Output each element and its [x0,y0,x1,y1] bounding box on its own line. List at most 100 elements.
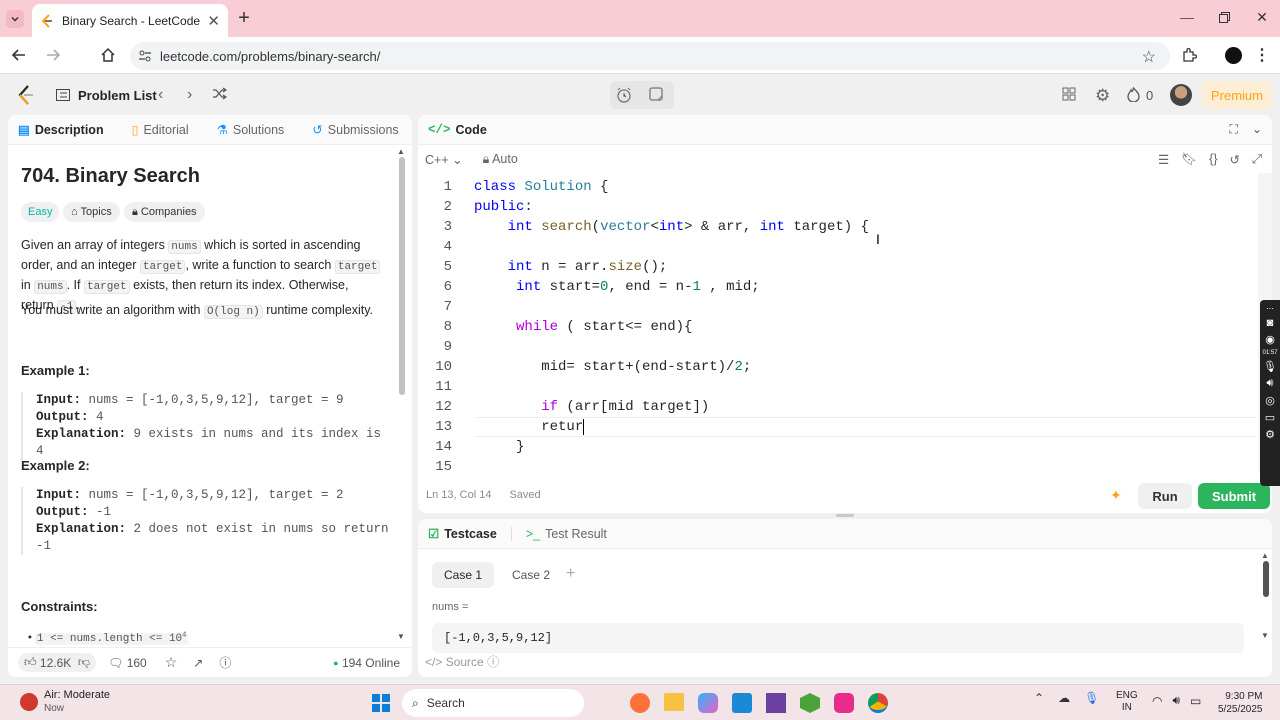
microphone-icon[interactable]: 🎙︎ [1084,691,1099,705]
forward-icon[interactable] [44,46,62,64]
timer-icon[interactable] [616,87,632,103]
like-button[interactable]: 👍︎ 12.6K 👎︎ [18,653,97,672]
description-scrollbar[interactable] [399,157,405,395]
screen-icon[interactable]: ▭ [1265,411,1275,424]
show-hidden-icon[interactable]: ⌃ [1034,691,1044,705]
firefox-icon[interactable] [630,693,650,713]
thumbs-down-icon[interactable]: 👎︎ [78,655,90,670]
language-indicator[interactable]: ENG IN [1116,690,1138,714]
file-explorer-icon[interactable] [664,693,684,711]
recorder-settings-icon[interactable]: ⚙ [1265,428,1275,441]
submit-button[interactable]: Submit [1198,483,1270,509]
code-line[interactable]: 5 int n = arr.size(); [418,257,668,277]
help-icon[interactable]: ⓘ [219,654,231,671]
next-problem-icon[interactable]: › [187,86,192,104]
code-line[interactable]: 3 int search(vector<int> & arr, int targ… [418,217,869,237]
code-line[interactable]: 2 public: [418,197,533,217]
taskbar-search[interactable]: ⌕ Search [402,689,584,717]
code-line[interactable]: 4 [418,237,474,257]
leetcode-logo[interactable] [16,85,36,105]
testcase-scroll-down[interactable]: ▼ [1261,631,1269,640]
code-editor[interactable]: 1 class Solution {2 public: 3 int search(ve… [418,177,1256,475]
code-line[interactable]: 1 class Solution { [418,177,609,197]
comments-button[interactable]: 🗨︎ 160 [108,656,147,670]
testcase-scroll-up[interactable]: ▲ [1261,551,1269,560]
case-1-button[interactable]: Case 1 [432,562,495,588]
restore-icon[interactable] [1215,8,1233,26]
reset-icon[interactable]: ↺ [1230,152,1240,167]
layout-icon[interactable] [1062,87,1076,101]
minimize-icon[interactable]: — [1178,8,1196,26]
network-volume-battery[interactable]: ◠ 🔊︎ ▭ [1152,693,1201,708]
nodejs-icon[interactable] [800,693,820,713]
code-line[interactable]: 7 [418,297,474,317]
weather-widget[interactable]: Air: Moderate Now [20,689,110,715]
recorder-handle-icon[interactable]: ⋯ [1266,304,1274,313]
share-icon[interactable]: ↗ [193,656,203,670]
chrome-icon[interactable] [868,693,888,713]
code-line[interactable]: 15 [418,457,474,475]
premium-button[interactable]: Premium [1202,81,1272,109]
panel-resize-handle[interactable] [836,514,854,517]
run-button[interactable]: Run [1138,483,1192,509]
code-line[interactable]: 14 } [418,437,524,457]
home-icon[interactable] [99,46,117,64]
language-select[interactable]: C++ ⌄ [425,152,463,167]
tab-solutions[interactable]: ⚗ Solutions [217,122,285,138]
collapse-icon[interactable]: ⌄ [1252,122,1262,137]
extensions-icon[interactable] [1180,46,1198,64]
tab-test-result[interactable]: >_ Test Result [526,527,607,541]
webcam-icon[interactable]: ◎ [1265,394,1275,407]
profile-avatar[interactable] [1225,47,1242,64]
code-line[interactable]: 13 retur​ [418,417,585,437]
code-line[interactable]: 11 [418,377,474,397]
code-line[interactable]: 6 int start=0, end = n-1 , mid; [418,277,760,297]
code-line[interactable]: 12 if (arr[mid target]) [418,397,709,417]
favorite-star-icon[interactable]: ☆ [165,654,178,671]
format-icon[interactable]: ☰ [1158,152,1169,167]
tab-description[interactable]: ▤ Description [18,122,104,138]
maximize-icon[interactable]: ⛶ [1230,122,1238,137]
bookmark-star-icon[interactable]: ☆ [1142,47,1156,67]
shuffle-icon[interactable] [212,87,227,100]
copilot-icon[interactable] [698,693,718,713]
prev-problem-icon[interactable]: ‹ [158,86,163,104]
bookmark-icon[interactable]: 🔖︎ [1181,152,1197,167]
vscode-icon[interactable] [732,693,752,713]
code-line[interactable]: 9 [418,337,474,357]
notes-icon[interactable] [649,87,663,101]
problem-title[interactable]: 704. Binary Search [21,165,200,188]
streak-flame-icon[interactable] [1127,87,1140,102]
scroll-down-arrow[interactable]: ▼ [397,632,405,641]
speaker-icon[interactable]: 🔊︎ [1267,377,1274,390]
browser-menu-icon[interactable]: ⋮ [1254,46,1270,64]
devcpp-icon[interactable] [766,693,786,713]
problem-list-icon[interactable] [55,87,71,103]
clock[interactable]: 9:30 PM 5/25/2025 [1218,690,1263,716]
auto-mode[interactable]: 🔒︎ Auto [483,152,518,167]
windows-start-icon[interactable] [372,694,390,712]
companies-badge[interactable]: 🔒︎ Companies [124,202,205,222]
input-value-field[interactable]: [-1,0,3,5,9,12] [432,623,1244,653]
close-window-icon[interactable]: ✕ [1253,8,1271,26]
site-info-icon[interactable] [138,49,152,63]
tab-submissions[interactable]: ↺ Submissions [312,122,398,138]
braces-icon[interactable]: {} [1209,152,1217,167]
source-button[interactable]: </> Source ⓘ [425,653,499,670]
topics-badge[interactable]: ⌂ Topics [63,202,120,222]
tab-editorial[interactable]: ▯ Editorial [132,122,189,138]
camera-icon[interactable]: ◙ [1267,317,1274,329]
fullscreen-icon[interactable]: ⤢ [1252,152,1262,167]
mic-icon[interactable]: 🎙︎ [1263,360,1277,373]
tab-testcase[interactable]: ☑ Testcase [428,526,497,542]
ai-assist-icon[interactable]: ✦ [1110,487,1122,504]
tab-close-icon[interactable]: ✕ [207,12,220,30]
scroll-up-arrow[interactable]: ▲ [397,147,405,156]
new-tab-button[interactable]: + [234,7,254,29]
case-2-button[interactable]: Case 2 [500,562,562,588]
address-bar[interactable]: leetcode.com/problems/binary-search/ ☆ [130,42,1170,70]
code-line[interactable]: 8 while ( start<= end){ [418,317,693,337]
back-icon[interactable] [10,46,28,64]
add-case-icon[interactable]: + [566,565,575,583]
code-tab[interactable]: </> Code [428,123,487,137]
